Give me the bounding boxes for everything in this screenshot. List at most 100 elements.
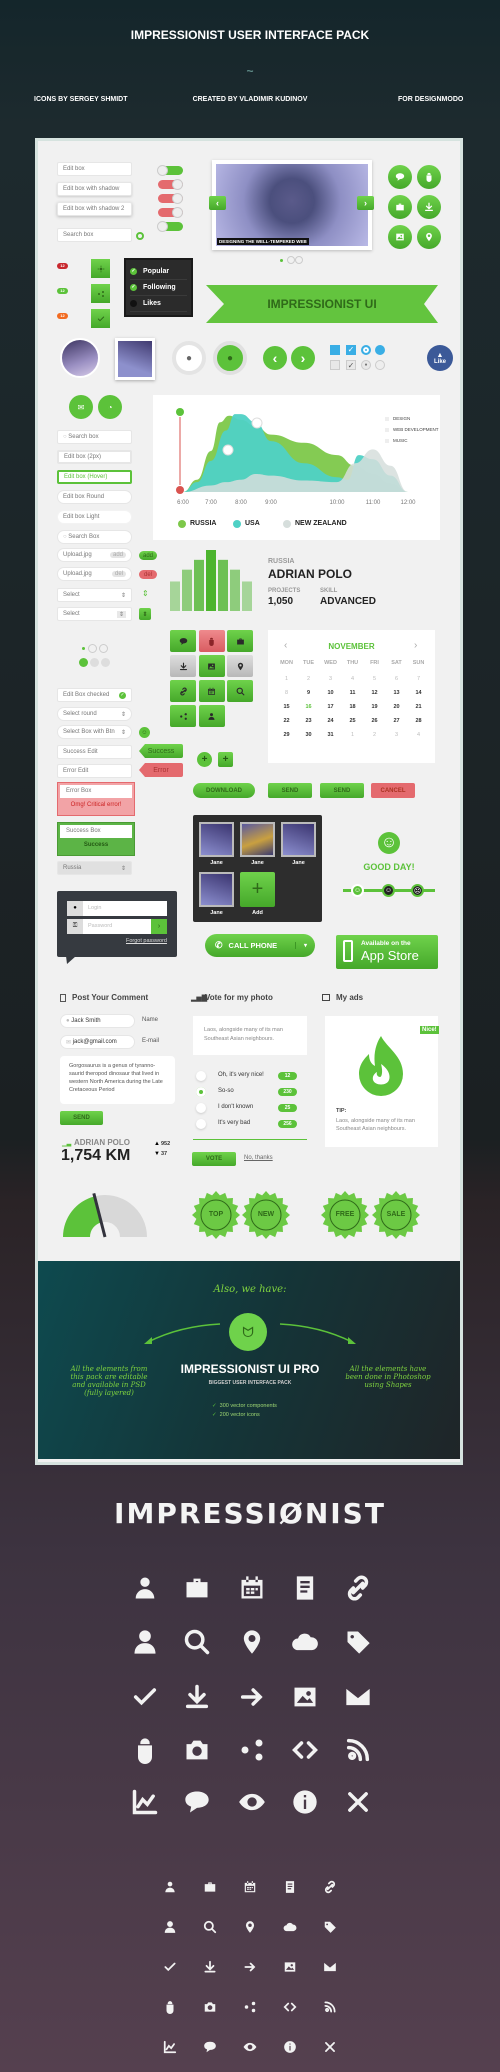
pin-round-button[interactable]: [417, 225, 441, 249]
mood-slider-handle-happy[interactable]: ☺: [351, 884, 364, 897]
chevron-down-icon[interactable]: ▾: [294, 942, 315, 949]
search-icon[interactable]: [136, 232, 144, 240]
toggle-knob[interactable]: [172, 207, 183, 218]
calendar-day[interactable]: 23: [298, 718, 319, 724]
upload-field-add[interactable]: Upload.jpg add: [57, 548, 132, 562]
page-dot[interactable]: [88, 644, 97, 653]
password-field[interactable]: ⚿ Password ›: [67, 919, 167, 934]
search-tile-button[interactable]: [227, 680, 253, 702]
add-square-button[interactable]: +: [218, 752, 233, 767]
briefcase-tile-button[interactable]: [227, 630, 253, 652]
legend-label[interactable]: RUSSIA: [190, 520, 216, 527]
slider-dot[interactable]: [280, 259, 283, 262]
page-dot[interactable]: [101, 658, 110, 667]
vote-radio[interactable]: [196, 1087, 206, 1097]
app-store-button[interactable]: Available on the App Store: [336, 935, 438, 969]
vote-radio[interactable]: [196, 1119, 206, 1129]
del-chip[interactable]: del: [111, 571, 126, 577]
calendar-day[interactable]: 21: [408, 704, 429, 710]
calendar-day[interactable]: 24: [320, 718, 341, 724]
search-box[interactable]: Search box: [57, 228, 132, 242]
edit-box-round[interactable]: Edit box Round: [57, 490, 132, 504]
calendar-day[interactable]: 28: [408, 718, 429, 724]
calendar-day[interactable]: 2: [298, 676, 319, 682]
edit-box-2px[interactable]: Edit box (2px): [57, 450, 132, 464]
gallery-thumbnail[interactable]: [281, 822, 316, 857]
checkbox-unchecked[interactable]: [330, 360, 340, 370]
toggle-switch[interactable]: [157, 221, 183, 232]
calendar-day[interactable]: 30: [298, 732, 319, 738]
image-round-button[interactable]: [388, 225, 412, 249]
slider-dot[interactable]: [287, 256, 295, 264]
checkbox-checked[interactable]: ✓: [346, 360, 356, 370]
pin-tile-button[interactable]: [227, 655, 253, 677]
error-edit[interactable]: Error Edit: [57, 764, 132, 778]
vote-option-label[interactable]: I don't known: [218, 1104, 253, 1110]
smile-button[interactable]: ☺: [139, 727, 150, 738]
slider-dot[interactable]: [295, 256, 303, 264]
vote-radio[interactable]: [196, 1103, 206, 1113]
check-square-button[interactable]: [91, 309, 110, 328]
calendar-day[interactable]: 11: [342, 690, 363, 696]
chat-round-button[interactable]: [388, 165, 412, 189]
calendar-day[interactable]: 12: [364, 690, 385, 696]
add-button[interactable]: add: [139, 551, 157, 560]
user-button-active[interactable]: ●: [213, 341, 247, 375]
legend-label[interactable]: USA: [245, 520, 260, 527]
link-tile-button[interactable]: [170, 680, 196, 702]
calendar-day[interactable]: 27: [386, 718, 407, 724]
gallery-add-button[interactable]: +: [240, 872, 275, 907]
legend-label[interactable]: NEW ZEALAND: [295, 520, 347, 527]
calendar-day[interactable]: 29: [276, 732, 297, 738]
calendar-day[interactable]: 4: [408, 732, 429, 738]
error-box-input[interactable]: Error Box: [60, 785, 132, 798]
calendar-day[interactable]: 17: [320, 704, 341, 710]
login-submit-button[interactable]: ›: [151, 919, 167, 934]
add-round-button[interactable]: +: [197, 752, 212, 767]
no-thanks-link[interactable]: No, thanks: [244, 1155, 273, 1161]
send-button[interactable]: SEND: [268, 783, 312, 798]
calendar-day[interactable]: 3: [320, 676, 341, 682]
briefcase-round-button[interactable]: [388, 195, 412, 219]
vote-radio[interactable]: [196, 1071, 206, 1081]
cancel-button[interactable]: CANCEL: [371, 783, 415, 798]
calendar-day[interactable]: 4: [342, 676, 363, 682]
image-tile-button[interactable]: [198, 655, 225, 677]
edit-box-checked[interactable]: Edit Box checked ✓: [57, 688, 132, 702]
success-edit[interactable]: Success Edit: [57, 745, 132, 759]
calendar-day[interactable]: 7: [408, 676, 429, 682]
gear-square-button[interactable]: [91, 259, 110, 278]
toggle-knob[interactable]: [172, 179, 183, 190]
bug-round-button[interactable]: [417, 165, 441, 189]
forgot-password-link[interactable]: Forgot password: [126, 938, 167, 944]
calendar-day[interactable]: 19: [364, 704, 385, 710]
edit-box-hover[interactable]: Edit box (Hover): [57, 470, 132, 484]
calendar-day[interactable]: 10: [320, 690, 341, 696]
select-box[interactable]: Select ⇕: [57, 588, 132, 602]
select-spinner-button[interactable]: ⇕: [139, 608, 151, 620]
slider-next-button[interactable]: ›: [357, 196, 374, 210]
calendar-day[interactable]: 9: [298, 690, 319, 696]
chart-marker-icon[interactable]: [251, 417, 263, 429]
toggle-switch[interactable]: [158, 193, 183, 204]
download-round-button[interactable]: [417, 195, 441, 219]
mood-option-neutral[interactable]: ☺: [382, 884, 395, 897]
comment-textarea[interactable]: Gorgosaurus is a genus of tyranno-saurid…: [60, 1056, 175, 1104]
gallery-thumbnail[interactable]: [199, 822, 234, 857]
search-box-round[interactable]: ○ Search Box: [57, 530, 132, 544]
name-input[interactable]: ● Jack Smith: [60, 1014, 135, 1028]
calendar-day[interactable]: 14: [408, 690, 429, 696]
radio-blue[interactable]: [375, 345, 385, 355]
calendar-day[interactable]: 5: [364, 676, 385, 682]
search-box-icon-left[interactable]: ○ Search box: [57, 430, 132, 444]
calendar-day[interactable]: 26: [364, 718, 385, 724]
calendar-day[interactable]: 25: [342, 718, 363, 724]
toggle-knob[interactable]: [157, 221, 168, 232]
calendar-day[interactable]: 31: [320, 732, 341, 738]
login-field[interactable]: ● Login: [67, 901, 167, 916]
toggle-switch[interactable]: [157, 165, 183, 176]
toggle-switch[interactable]: [158, 179, 183, 190]
comment-send-button[interactable]: SEND: [60, 1111, 103, 1125]
calendar-day[interactable]: 1: [342, 732, 363, 738]
page-dot[interactable]: [99, 644, 108, 653]
